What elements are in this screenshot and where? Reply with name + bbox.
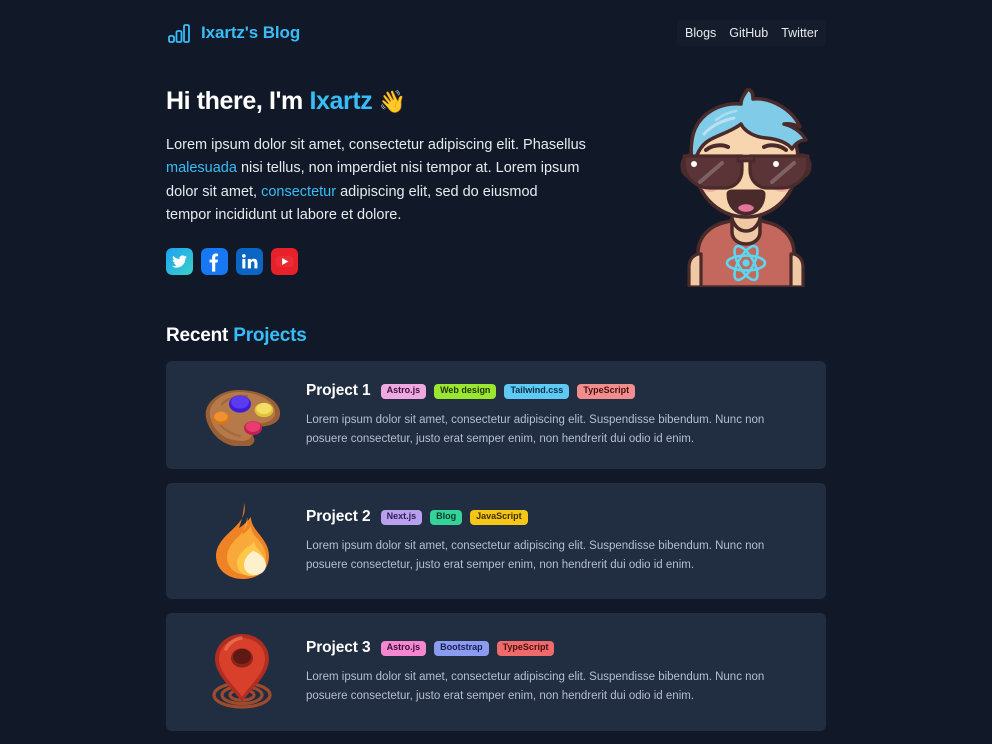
hero-name: Ixartz xyxy=(309,87,373,115)
projects-heading-accent: Projects xyxy=(233,325,307,346)
fire-emoji xyxy=(188,501,296,581)
facebook-icon[interactable] xyxy=(201,247,228,275)
project-card-body: Project 1 Astro.js Web design Tailwind.c… xyxy=(306,382,804,447)
project-tag[interactable]: TypeScript xyxy=(577,383,636,399)
hero-link-malesuada[interactable]: malesuada xyxy=(166,160,237,176)
project-tag[interactable]: Astro.js xyxy=(380,383,427,399)
nav-link-github[interactable]: GitHub xyxy=(729,26,768,40)
linkedin-icon[interactable] xyxy=(236,247,263,275)
project-description: Lorem ipsum dolor sit amet, consectetur … xyxy=(306,671,765,702)
artist-palette-emoji xyxy=(188,384,296,446)
page-root: Ixartz's Blog Blogs GitHub Twitter Hi th… xyxy=(0,0,992,744)
project-card-body: Project 3 Astro.js Bootstrap TypeScript … xyxy=(306,639,804,704)
project-card[interactable]: Project 1 Astro.js Web design Tailwind.c… xyxy=(166,361,826,469)
projects-heading: Recent Projects xyxy=(166,325,307,347)
project-card-header: Project 1 Astro.js Web design Tailwind.c… xyxy=(306,382,804,400)
bar-chart-icon xyxy=(166,20,192,46)
page-title: Hi there, I'm Ixartz 👋 xyxy=(166,86,586,116)
main-nav: Blogs GitHub Twitter xyxy=(677,20,826,46)
project-tag[interactable]: Web design xyxy=(434,383,497,399)
project-tag[interactable]: Bootstrap xyxy=(434,640,489,656)
project-tag[interactable]: Tailwind.css xyxy=(504,383,570,399)
project-tag[interactable]: TypeScript xyxy=(496,640,555,656)
hero-paragraph: Lorem ipsum dolor sit amet, consectetur … xyxy=(166,134,586,228)
project-tag[interactable]: Next.js xyxy=(380,509,423,525)
project-title: Project 1 xyxy=(306,382,371,400)
project-card[interactable]: Project 3 Astro.js Bootstrap TypeScript … xyxy=(166,613,826,731)
projects-list: Project 1 Astro.js Web design Tailwind.c… xyxy=(166,361,826,731)
nav-link-twitter[interactable]: Twitter xyxy=(781,26,818,40)
project-tag[interactable]: Astro.js xyxy=(380,640,427,656)
project-tag[interactable]: JavaScript xyxy=(470,509,528,525)
project-title: Project 3 xyxy=(306,639,371,657)
project-card-header: Project 3 Astro.js Bootstrap TypeScript xyxy=(306,639,804,657)
project-card-header: Project 2 Next.js Blog JavaScript xyxy=(306,508,804,526)
site-header: Ixartz's Blog Blogs GitHub Twitter xyxy=(0,0,992,54)
nav-link-blogs[interactable]: Blogs xyxy=(685,26,716,40)
project-card[interactable]: Project 2 Next.js Blog JavaScript Lorem … xyxy=(166,483,826,599)
brand-name: Ixartz's Blog xyxy=(201,23,301,42)
location-pin-emoji xyxy=(188,631,296,713)
hero-para-part1: Lorem ipsum dolor sit amet, consectetur … xyxy=(166,137,586,153)
project-tag[interactable]: Blog xyxy=(430,509,463,525)
twitter-icon[interactable] xyxy=(166,247,193,275)
project-description: Lorem ipsum dolor sit amet, consectetur … xyxy=(306,540,765,571)
avatar xyxy=(666,82,826,289)
hero-section: Hi there, I'm Ixartz 👋 Lorem ipsum dolor… xyxy=(166,80,826,289)
project-title: Project 2 xyxy=(306,508,371,526)
youtube-icon[interactable] xyxy=(271,247,298,275)
projects-heading-bold: Recent xyxy=(166,325,234,346)
social-links xyxy=(166,247,586,275)
wave-hand-icon: 👋 xyxy=(378,89,406,114)
hero-text: Hi there, I'm Ixartz 👋 Lorem ipsum dolor… xyxy=(166,80,586,275)
brand-link[interactable]: Ixartz's Blog xyxy=(166,20,300,46)
project-description: Lorem ipsum dolor sit amet, consectetur … xyxy=(306,414,765,445)
project-card-body: Project 2 Next.js Blog JavaScript Lorem … xyxy=(306,508,804,573)
hero-link-consectetur[interactable]: consectetur xyxy=(261,184,336,200)
hero-greeting: Hi there, I'm xyxy=(166,87,310,115)
projects-section-header: Recent Projects xyxy=(166,325,826,347)
